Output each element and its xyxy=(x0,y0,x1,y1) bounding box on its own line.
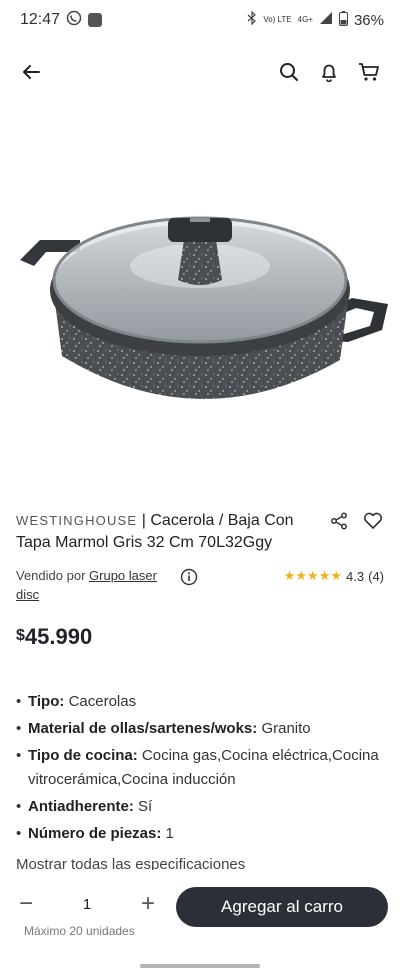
seller-row: Vendido por Grupo laser disc ★★★★★ 4.3 (… xyxy=(16,566,384,604)
spec-item: Tipo de cocina: Cocina gas,Cocina eléctr… xyxy=(16,744,386,792)
nav-actions xyxy=(278,61,380,83)
rating-count: (4) xyxy=(368,568,384,584)
back-arrow-icon[interactable] xyxy=(20,61,42,83)
pan-illustration xyxy=(20,216,388,400)
signal-icon xyxy=(319,11,333,29)
network-label: 4G+ xyxy=(297,15,313,24)
seller-text: Vendido por Grupo laser disc xyxy=(16,566,166,604)
whatsapp-icon xyxy=(66,10,82,31)
rating[interactable]: ★★★★★ 4.3 (4) xyxy=(284,568,384,584)
rating-value: 4.3 xyxy=(346,568,365,584)
spec-label: Antiadherente: xyxy=(28,798,134,815)
bluetooth-icon xyxy=(247,10,257,29)
product-image[interactable] xyxy=(0,120,400,480)
share-icon[interactable] xyxy=(328,510,350,532)
quantity-minus-button[interactable]: − xyxy=(12,890,40,918)
max-quantity-note: Máximo 20 unidades xyxy=(24,924,135,938)
cart-icon[interactable] xyxy=(358,61,380,83)
brand-name[interactable]: WESTINGHOUSE xyxy=(16,513,137,528)
spec-value: Sí xyxy=(138,798,153,815)
bell-icon[interactable] xyxy=(318,61,340,83)
rating-stars: ★★★★★ xyxy=(283,568,343,583)
show-all-specs-link[interactable]: Mostrar todas las especificaciones xyxy=(16,856,386,870)
search-icon[interactable] xyxy=(278,61,300,83)
purchase-bar: − 1 + Máximo 20 unidades Agregar al carr… xyxy=(0,878,400,977)
price-currency: $ xyxy=(16,627,25,644)
spec-item: Tipo: Cacerolas xyxy=(16,690,386,714)
quantity-value[interactable]: 1 xyxy=(83,896,91,913)
home-indicator[interactable] xyxy=(140,964,260,968)
status-time: 12:47 xyxy=(20,11,61,28)
show-all-specs-text: Mostrar todas las especificaciones xyxy=(16,856,246,870)
app-notification-icon xyxy=(88,13,103,27)
spec-label: Material de ollas/sartenes/woks: xyxy=(28,720,258,737)
price: $45.990 xyxy=(16,624,92,650)
info-icon[interactable] xyxy=(178,566,200,588)
price-value: 45.990 xyxy=(24,624,93,649)
spec-list: Tipo: Cacerolas Material de ollas/sarten… xyxy=(16,690,386,849)
status-left: 12:47 xyxy=(20,10,103,31)
title-separator: | xyxy=(141,512,146,529)
spec-value: Granito xyxy=(261,720,311,737)
spec-value: 1 xyxy=(165,825,174,842)
spec-label: Número de piezas: xyxy=(28,825,162,842)
volte-label: Vo) LTE xyxy=(263,15,292,24)
status-bar: 12:47 Vo) LTE 4G+ 36% xyxy=(0,0,400,40)
seller-prefix: Vendido por xyxy=(16,568,86,583)
product-title: WESTINGHOUSE | Cacerola / Baja Con Tapa … xyxy=(16,510,328,554)
spec-label: Tipo de cocina: xyxy=(28,747,138,764)
spec-label: Tipo: xyxy=(28,693,65,710)
heart-icon[interactable] xyxy=(362,510,384,532)
battery-icon xyxy=(338,10,348,30)
spec-item: Número de piezas: 1 xyxy=(16,822,386,846)
add-to-cart-button[interactable]: Agregar al carro xyxy=(176,887,388,927)
spec-item: Antiadherente: Sí xyxy=(16,795,386,819)
quantity-plus-button[interactable]: + xyxy=(134,890,162,918)
top-nav xyxy=(0,50,400,94)
spec-value: Cacerolas xyxy=(68,693,137,710)
spec-item: Material de ollas/sartenes/woks: Granito xyxy=(16,717,386,741)
status-right: Vo) LTE 4G+ 36% xyxy=(247,10,384,30)
title-actions xyxy=(328,510,384,532)
quantity-stepper: − 1 + xyxy=(12,890,162,918)
battery-percent: 36% xyxy=(353,11,384,29)
